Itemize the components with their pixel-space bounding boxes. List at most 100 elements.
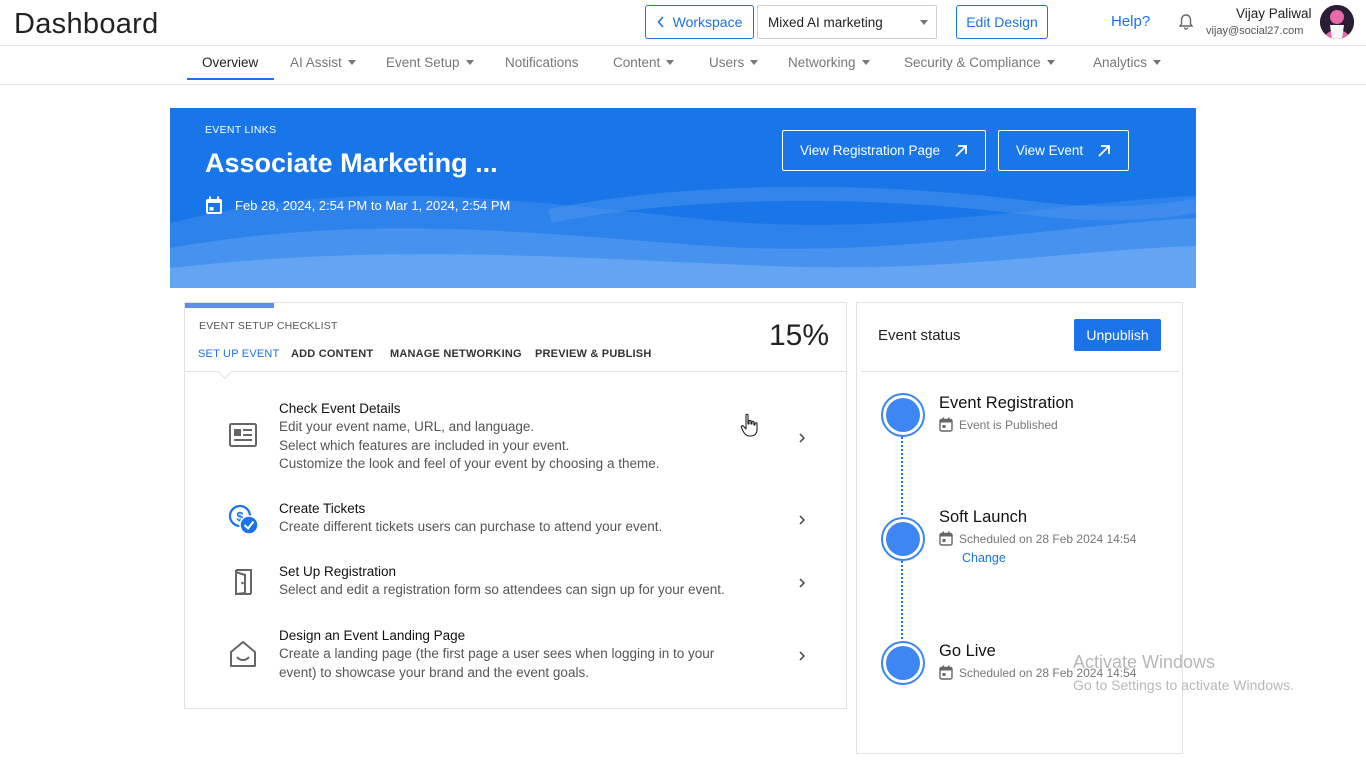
- bell-icon[interactable]: [1177, 13, 1195, 31]
- nav-item-analytics[interactable]: Analytics: [1093, 55, 1162, 70]
- user-email: vijay@social27.com: [1206, 25, 1304, 37]
- nav-item-overview[interactable]: Overview: [202, 55, 258, 70]
- tab-add-content[interactable]: ADD CONTENT: [291, 348, 373, 360]
- event-date-range: Feb 28, 2024, 2:54 PM to Mar 1, 2024, 2:…: [205, 196, 510, 215]
- task-title: Design an Event Landing Page: [279, 628, 466, 643]
- nav-item-content[interactable]: Content: [613, 55, 675, 70]
- caret-down-icon: [750, 60, 759, 65]
- nav-item-label: Security & Compliance: [904, 55, 1041, 70]
- nav-item-users[interactable]: Users: [709, 55, 759, 70]
- newspaper-icon: [229, 423, 257, 447]
- caret-down-icon: [1046, 60, 1055, 65]
- event-title: Associate Marketing ...: [205, 148, 498, 178]
- active-tab-pointer: [217, 364, 233, 380]
- event-date-text: Feb 28, 2024, 2:54 PM to Mar 1, 2024, 2:…: [235, 198, 511, 213]
- task-desc-line: Customize the look and feel of your even…: [279, 456, 660, 471]
- workspace-select-value: Mixed AI marketing: [768, 14, 883, 30]
- timeline-step-subtitle: Event is Published: [939, 417, 1058, 432]
- checklist-divider: [185, 371, 846, 372]
- edit-design-button[interactable]: Edit Design: [956, 5, 1048, 39]
- task-title: Create Tickets: [279, 501, 366, 516]
- tab-manage-networking[interactable]: MANAGE NETWORKING: [390, 348, 522, 360]
- workspace-button-label: Workspace: [672, 14, 743, 30]
- tab-preview-publish[interactable]: PREVIEW & PUBLISH: [535, 348, 651, 360]
- caret-down-icon: [666, 60, 675, 65]
- caret-down-icon: [1153, 60, 1162, 65]
- timeline-step-title: Go Live: [939, 642, 996, 660]
- caret-down-icon: [347, 60, 356, 65]
- external-link-icon: [955, 144, 967, 157]
- caret-down-icon: [861, 60, 870, 65]
- help-link[interactable]: Help?: [1111, 13, 1150, 30]
- task-description: Create a landing page (the first page a …: [279, 645, 759, 682]
- timeline-step-subtitle-text: Event is Published: [959, 417, 1058, 432]
- hand-pointer-icon: [740, 413, 758, 437]
- status-divider: [861, 371, 1179, 372]
- timeline-dot-go-live: [881, 641, 925, 685]
- timeline-dot-soft-launch: [881, 517, 925, 561]
- nav-item-ai-assist[interactable]: AI Assist: [290, 55, 356, 70]
- door-icon: [235, 569, 252, 596]
- nav-item-notifications[interactable]: Notifications: [505, 55, 579, 70]
- windows-activation-watermark-text: Go to Settings to activate Windows.: [1073, 677, 1294, 693]
- avatar-image: [1320, 5, 1354, 39]
- task-description: Edit your event name, URL, and language.…: [279, 418, 759, 474]
- calendar-icon: [206, 196, 222, 214]
- main-nav: Overview AI Assist Event Setup Notificat…: [0, 45, 1366, 85]
- nav-item-label: Event Setup: [386, 55, 460, 70]
- nav-item-label: Notifications: [505, 55, 579, 70]
- avatar[interactable]: [1320, 5, 1354, 39]
- task-desc-line: Select and edit a registration form so a…: [279, 582, 725, 597]
- task-desc-line: Create a landing page (the first page a …: [279, 646, 715, 661]
- event-status-title: Event status: [878, 327, 961, 344]
- task-description: Create different tickets users can purch…: [279, 518, 759, 537]
- nav-item-security-compliance[interactable]: Security & Compliance: [904, 55, 1055, 70]
- nav-item-label: AI Assist: [290, 55, 342, 70]
- event-banner: EVENT LINKS Associate Marketing ... Feb …: [170, 108, 1196, 288]
- checklist-label: EVENT SETUP CHECKLIST: [199, 320, 338, 332]
- chevron-right-icon: [799, 515, 806, 525]
- change-schedule-link[interactable]: Change: [962, 551, 1006, 565]
- workspace-button[interactable]: Workspace: [645, 5, 754, 39]
- house-icon: [230, 641, 256, 667]
- user-name: Vijay Paliwal: [1236, 6, 1312, 21]
- nav-item-networking[interactable]: Networking: [788, 55, 870, 70]
- view-event-label: View Event: [1015, 143, 1084, 158]
- chevron-left-icon: [657, 16, 664, 28]
- view-registration-page-button[interactable]: View Registration Page: [782, 130, 986, 171]
- chevron-right-icon: [799, 433, 806, 443]
- caret-down-icon: [920, 20, 928, 25]
- task-title: Check Event Details: [279, 401, 401, 416]
- checklist-progress-bar: [185, 303, 846, 308]
- nav-item-event-setup[interactable]: Event Setup: [386, 55, 474, 70]
- chevron-right-icon: [799, 578, 806, 588]
- task-desc-line: Select which features are included in yo…: [279, 437, 570, 453]
- view-event-button[interactable]: View Event: [998, 130, 1129, 171]
- timeline-step-subtitle-text: Scheduled on 28 Feb 2024 14:54: [959, 531, 1137, 546]
- checklist-percent: 15%: [769, 319, 830, 352]
- caret-down-icon: [465, 60, 474, 65]
- checklist-progress-fill: [185, 303, 275, 308]
- nav-item-label: Networking: [788, 55, 856, 70]
- external-link-icon: [1098, 144, 1111, 157]
- nav-item-label: Overview: [202, 55, 259, 70]
- calendar-icon: [939, 665, 953, 680]
- view-registration-page-label: View Registration Page: [799, 143, 941, 158]
- task-desc-line: Create different tickets users can purch…: [279, 519, 663, 534]
- timeline-step-title: Event Registration: [939, 394, 1074, 412]
- workspace-select[interactable]: Mixed AI marketing: [757, 5, 937, 39]
- timeline-step-subtitle: Scheduled on 28 Feb 2024 14:54: [939, 531, 1136, 546]
- top-header: Dashboard Workspace Mixed AI marketing E…: [0, 0, 1366, 46]
- nav-item-label: Users: [709, 55, 745, 70]
- event-setup-checklist: EVENT SETUP CHECKLIST 15% SET UP EVENT A…: [184, 302, 847, 709]
- chevron-right-icon: [799, 651, 806, 661]
- tab-set-up-event[interactable]: SET UP EVENT: [198, 348, 279, 360]
- nav-active-indicator: [187, 78, 274, 80]
- banner-label: EVENT LINKS: [205, 124, 277, 136]
- nav-item-label: Content: [613, 55, 661, 70]
- ticket-check-icon: $: [228, 504, 259, 535]
- task-title: Set Up Registration: [279, 564, 397, 579]
- windows-activation-watermark-title: Activate Windows: [1073, 652, 1216, 672]
- unpublish-button[interactable]: Unpublish: [1074, 319, 1161, 351]
- nav-item-label: Analytics: [1093, 55, 1148, 70]
